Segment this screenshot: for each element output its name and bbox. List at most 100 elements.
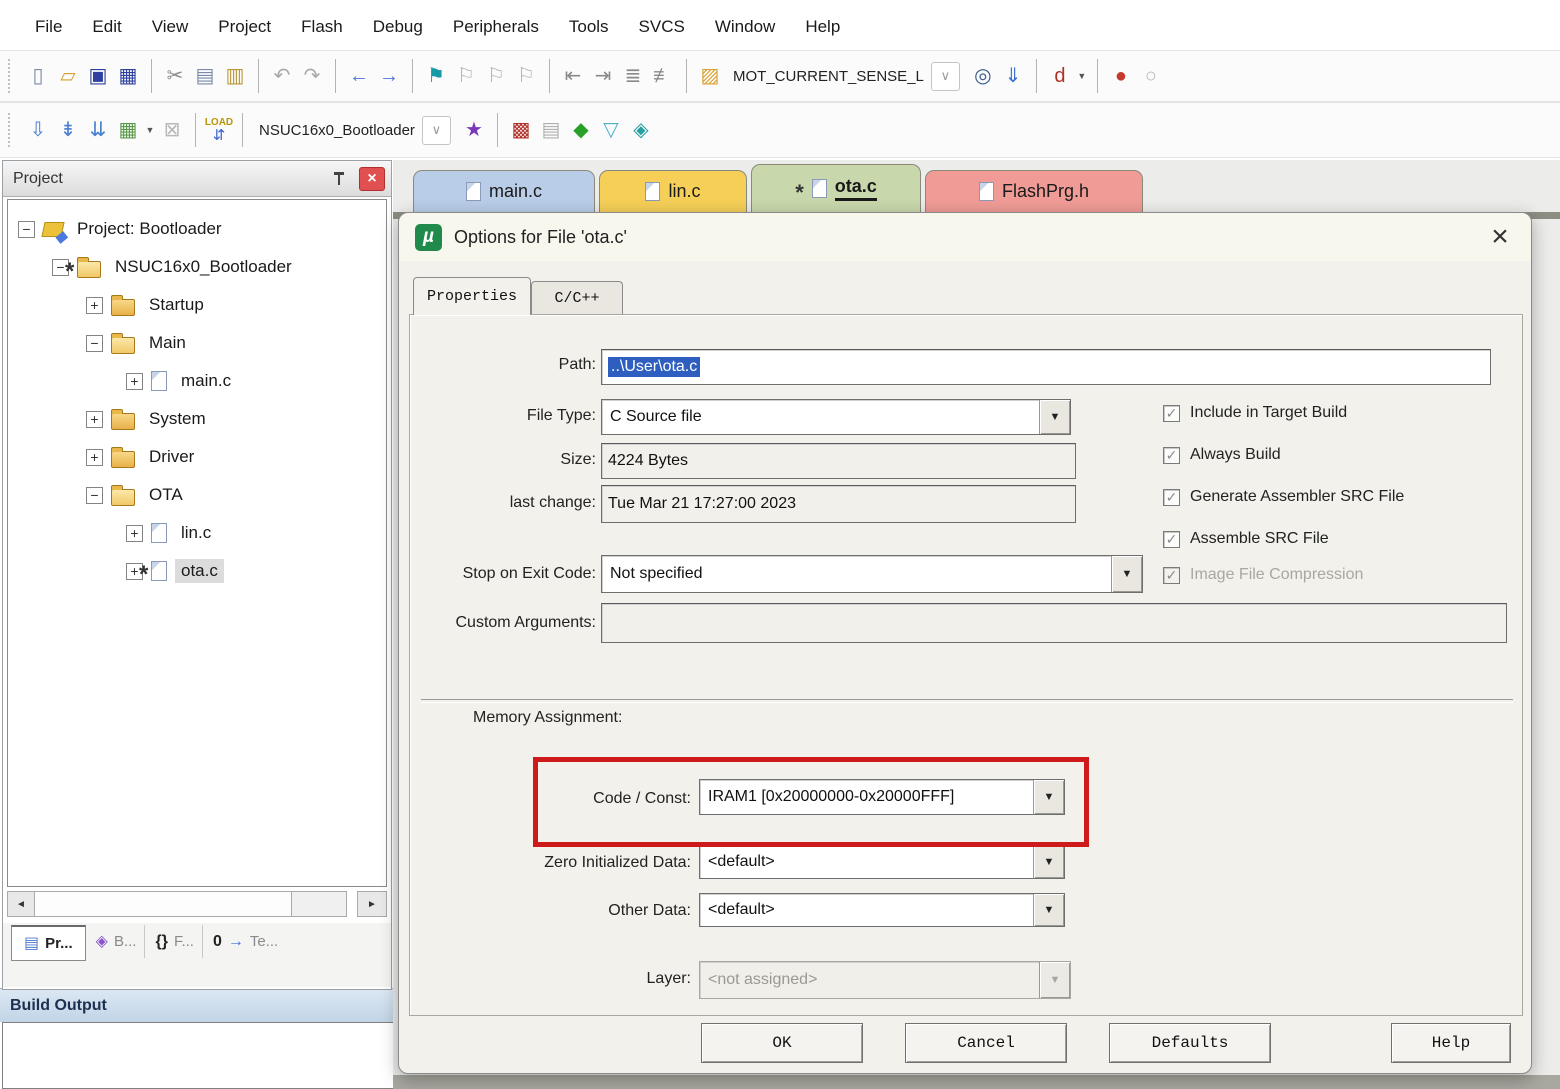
bookmark-next-icon[interactable]: ⚐	[481, 60, 511, 92]
tree-item-project-bootloader[interactable]: Project: Bootloader	[8, 210, 386, 248]
manage-items-icon[interactable]: ▤	[536, 114, 566, 146]
tab-main-c[interactable]: main.c	[413, 170, 595, 212]
checkbox-checked-icon[interactable]	[1163, 405, 1180, 422]
help-button[interactable]: Help	[1391, 1023, 1511, 1063]
tree-item-nsuc16x0-bootloader[interactable]: NSUC16x0_Bootloader	[8, 248, 386, 286]
tree-item-ota-group[interactable]: OTA	[8, 476, 386, 514]
paste-icon[interactable]: ▥	[220, 60, 250, 92]
collapse-icon[interactable]	[18, 221, 35, 238]
dropdown-arrow-icon[interactable]	[1111, 556, 1142, 592]
code-const-combo[interactable]: IRAM1 [0x20000000-0x20000FFF]	[699, 779, 1065, 815]
menu-flash[interactable]: Flash	[286, 17, 358, 37]
collapse-icon[interactable]	[86, 487, 103, 504]
expand-icon[interactable]	[126, 373, 143, 390]
tab-c-cpp[interactable]: C/C++	[531, 281, 623, 315]
options-folder-icon[interactable]: ▨	[695, 60, 725, 92]
dropdown-arrow-icon[interactable]: ▼	[1075, 60, 1089, 92]
pack-installer-icon[interactable]: ◈	[626, 114, 656, 146]
stop-on-exit-combo[interactable]: Not specified	[601, 555, 1143, 593]
menu-window[interactable]: Window	[700, 17, 790, 37]
horizontal-scrollbar[interactable]	[7, 891, 347, 917]
tree-item-main-c[interactable]: main.c	[8, 362, 386, 400]
target-select-combo[interactable]: NSUC16x0_Bootloader∨	[259, 114, 451, 146]
breakpoint-icon[interactable]: ●	[1106, 60, 1136, 92]
expand-icon[interactable]	[126, 525, 143, 542]
search-history-combo[interactable]: MOT_CURRENT_SENSE_L∨	[733, 60, 960, 92]
tree-item-startup[interactable]: Startup	[8, 286, 386, 324]
breakpoint-disabled-icon[interactable]: ○	[1136, 60, 1166, 92]
tab-properties[interactable]: Properties	[413, 277, 531, 315]
collapse-icon[interactable]	[86, 335, 103, 352]
redo-icon[interactable]: ↷	[297, 60, 327, 92]
menu-project[interactable]: Project	[203, 17, 286, 37]
indent-left-icon[interactable]: ⇤	[558, 60, 588, 92]
comment-icon[interactable]: ≣	[618, 60, 648, 92]
new-file-icon[interactable]: ▯	[23, 60, 53, 92]
target-options-icon[interactable]: ▩	[506, 114, 536, 146]
translate-icon[interactable]: ⇩	[23, 114, 53, 146]
tree-item-main-group[interactable]: Main	[8, 324, 386, 362]
custom-arguments-input[interactable]	[601, 603, 1507, 643]
path-input[interactable]: ..\User\ota.c	[601, 349, 1491, 385]
menu-svcs[interactable]: SVCS	[624, 17, 700, 37]
file-type-combo[interactable]: C Source file	[601, 399, 1071, 435]
menu-help[interactable]: Help	[790, 17, 855, 37]
checkbox-checked-icon[interactable]	[1163, 447, 1180, 464]
cut-icon[interactable]: ✂	[160, 60, 190, 92]
incremental-search-icon[interactable]: ⇓	[998, 60, 1028, 92]
bookmark-prev-icon[interactable]: ⚐	[451, 60, 481, 92]
tab-books[interactable]: ◈ B...	[88, 925, 146, 958]
pack-filter-icon[interactable]: ▽	[596, 114, 626, 146]
scroll-left-icon[interactable]	[8, 892, 35, 916]
tree-item-lin-c[interactable]: lin.c	[8, 514, 386, 552]
checkbox-generate-assembler-src[interactable]: Generate Assembler SRC File	[1163, 485, 1404, 509]
tab-flashprg-h[interactable]: FlashPrg.h	[925, 170, 1143, 212]
tab-lin-c[interactable]: lin.c	[599, 170, 747, 212]
scrollbar-thumb[interactable]	[35, 892, 292, 916]
other-data-combo[interactable]: <default>	[699, 893, 1065, 927]
save-icon[interactable]: ▣	[83, 60, 113, 92]
expand-icon[interactable]	[86, 411, 103, 428]
stop-build-icon[interactable]: ⊠	[157, 114, 187, 146]
open-file-icon[interactable]: ▱	[53, 60, 83, 92]
tab-templates[interactable]: 0 → Te...	[205, 925, 286, 958]
dropdown-arrow-icon[interactable]: ▼	[143, 114, 157, 146]
checkbox-include-in-target-build[interactable]: Include in Target Build	[1163, 401, 1347, 425]
tree-item-driver[interactable]: Driver	[8, 438, 386, 476]
checkbox-assemble-src[interactable]: Assemble SRC File	[1163, 527, 1329, 551]
menu-file[interactable]: File	[20, 17, 77, 37]
close-panel-button[interactable]	[359, 167, 385, 191]
tree-item-system[interactable]: System	[8, 400, 386, 438]
dropdown-arrow-icon[interactable]	[1033, 894, 1064, 926]
cancel-button[interactable]: Cancel	[905, 1023, 1067, 1063]
navigate-back-icon[interactable]: ←	[344, 60, 374, 92]
dropdown-arrow-icon[interactable]	[1039, 400, 1070, 434]
dialog-close-icon[interactable]	[1485, 222, 1515, 252]
tab-ota-c[interactable]: ota.c	[751, 164, 921, 212]
checkbox-always-build[interactable]: Always Build	[1163, 443, 1281, 467]
tab-project[interactable]: ▤ Pr...	[11, 925, 86, 961]
find-in-files-icon[interactable]: ◎	[968, 60, 998, 92]
chevron-down-icon[interactable]: ∨	[422, 116, 451, 145]
defaults-button[interactable]: Defaults	[1109, 1023, 1271, 1063]
tree-item-ota-c[interactable]: ota.c	[8, 552, 386, 590]
scroll-right-icon[interactable]	[357, 891, 387, 917]
pin-icon[interactable]	[333, 172, 345, 186]
menu-edit[interactable]: Edit	[77, 17, 136, 37]
rebuild-icon[interactable]: ⇊	[83, 114, 113, 146]
build-icon[interactable]: ⇟	[53, 114, 83, 146]
menu-peripherals[interactable]: Peripherals	[438, 17, 554, 37]
expand-icon[interactable]	[86, 297, 103, 314]
expand-icon[interactable]	[86, 449, 103, 466]
debug-search-icon[interactable]: d	[1045, 60, 1075, 92]
chevron-down-icon[interactable]: ∨	[931, 62, 960, 91]
navigate-forward-icon[interactable]: →	[374, 60, 404, 92]
menu-debug[interactable]: Debug	[358, 17, 438, 37]
dropdown-arrow-icon[interactable]	[1033, 846, 1064, 878]
checkbox-checked-icon[interactable]	[1163, 489, 1180, 506]
dialog-titlebar[interactable]: Options for File 'ota.c'	[399, 213, 1531, 261]
runtime-environment-icon[interactable]: ◆	[566, 114, 596, 146]
dropdown-arrow-icon[interactable]	[1033, 780, 1064, 814]
tab-functions[interactable]: {} F...	[147, 925, 202, 958]
zero-initialized-data-combo[interactable]: <default>	[699, 845, 1065, 879]
